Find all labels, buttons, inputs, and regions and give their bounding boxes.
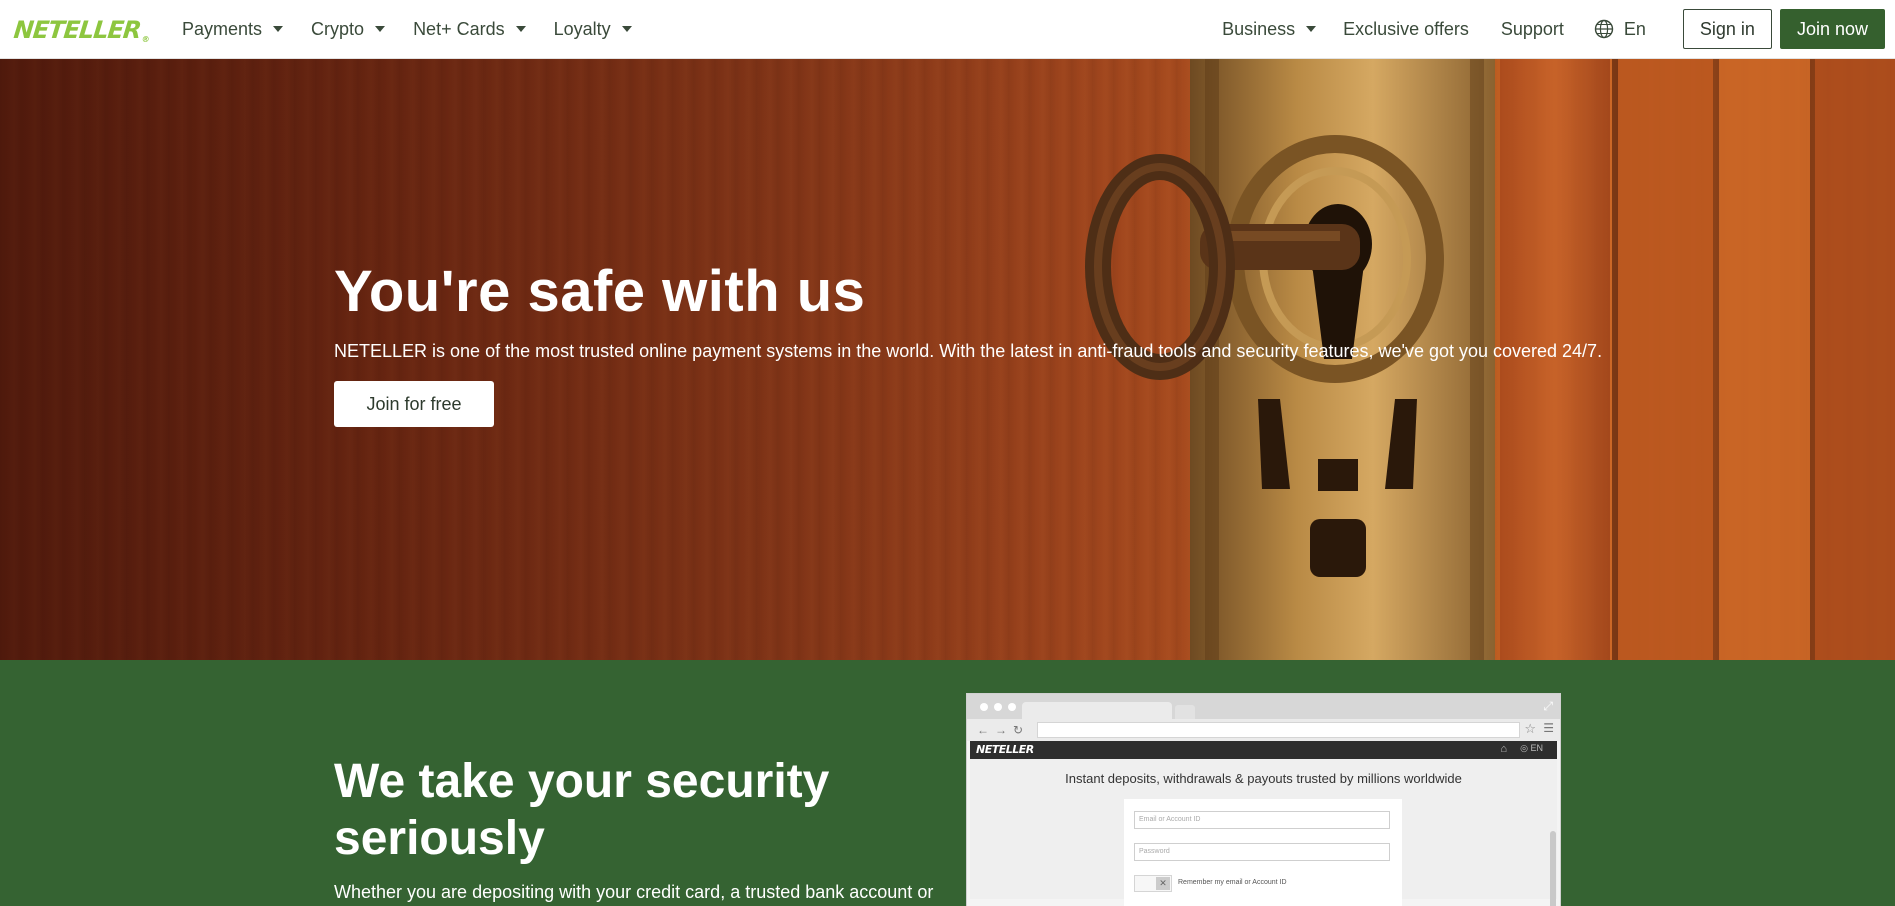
language-selector[interactable]: En <box>1594 19 1646 40</box>
mockup-email-field: Email or Account ID <box>1134 811 1390 829</box>
chevron-down-icon <box>1306 26 1317 32</box>
nav-support[interactable]: Support <box>1501 19 1564 40</box>
menu-icon: ☰ <box>1543 721 1554 735</box>
close-icon: ✕ <box>1156 877 1170 890</box>
nav-support-label: Support <box>1500 18 1564 39</box>
nav-payments[interactable]: Payments <box>182 18 284 40</box>
home-icon: ⌂ <box>1500 743 1507 755</box>
back-arrow-icon: ← <box>977 723 989 737</box>
nav-business-label: Business <box>1222 18 1296 39</box>
browser-toolbar: ← → ↻ ☆ ☰ <box>967 719 1560 741</box>
nav-exclusive-offers-label: Exclusive offers <box>1343 18 1469 39</box>
security-body: Whether you are depositing with your cre… <box>334 882 934 902</box>
nav-crypto[interactable]: Crypto <box>311 18 386 40</box>
nav-exclusive-offers[interactable]: Exclusive offers <box>1343 19 1469 40</box>
join-for-free-button[interactable]: Join for free <box>334 381 494 427</box>
sign-in-button[interactable]: Sign in <box>1682 9 1772 49</box>
mockup-tagline: Instant deposits, withdrawals & payouts … <box>1065 771 1462 786</box>
mockup-login-form: Email or Account ID Password ✕ Remember … <box>1124 799 1402 906</box>
secondary-nav: Business Exclusive offers Support En Sig… <box>1222 0 1895 58</box>
nav-payments-label: Payments <box>182 18 263 39</box>
primary-nav: Payments Crypto Net+ Cards Loyalty <box>182 0 660 58</box>
language-label: En <box>1623 18 1646 39</box>
mockup-logo: NETELLER <box>976 743 1034 756</box>
browser-tab-bar: ⤢ <box>967 694 1560 719</box>
neteller-logo[interactable]: NETELLER ® <box>12 14 151 44</box>
browser-mockup-image: ⤢ ← → ↻ ☆ ☰ NETELLER ⌂ ◎ EN Instant depo… <box>966 693 1561 906</box>
chevron-down-icon <box>273 26 284 32</box>
star-icon: ☆ <box>1524 721 1536 736</box>
chevron-down-icon <box>621 26 632 32</box>
mockup-site-header: NETELLER ⌂ ◎ EN <box>970 741 1557 759</box>
nav-crypto-label: Crypto <box>311 18 365 39</box>
join-now-button[interactable]: Join now <box>1779 9 1885 49</box>
globe-icon <box>1594 19 1614 39</box>
mockup-scrollbar <box>1550 831 1556 906</box>
nav-business[interactable]: Business <box>1222 18 1317 40</box>
mockup-remember-toggle: ✕ <box>1134 875 1172 892</box>
logo-text: NETELLER <box>12 16 143 44</box>
browser-new-tab <box>1175 705 1195 719</box>
security-section: We take your security seriously Whether … <box>0 660 1895 906</box>
hero-title: You're safe with us <box>334 259 866 324</box>
nav-loyalty[interactable]: Loyalty <box>554 19 632 40</box>
window-dot-icon <box>1008 703 1016 711</box>
nav-loyalty-label: Loyalty <box>553 18 611 39</box>
forward-arrow-icon: → <box>995 723 1007 737</box>
chevron-down-icon <box>515 26 526 32</box>
chevron-down-icon <box>375 26 386 32</box>
nav-net-plus-cards[interactable]: Net+ Cards <box>413 19 526 40</box>
logo-registered-mark: ® <box>141 35 150 44</box>
expand-icon: ⤢ <box>1543 699 1553 713</box>
window-dot-icon <box>994 703 1002 711</box>
mockup-language-label: EN <box>1530 743 1543 753</box>
mockup-language: ◎ EN <box>1520 743 1543 753</box>
hero-subtitle: NETELLER is one of the most trusted onli… <box>334 341 1603 361</box>
hero-section: You're safe with us NETELLER is one of t… <box>0 59 1895 660</box>
mockup-content: Instant deposits, withdrawals & payouts … <box>970 759 1557 906</box>
mockup-password-field: Password <box>1134 843 1390 861</box>
address-bar <box>1037 722 1520 738</box>
reload-icon: ↻ <box>1013 723 1024 737</box>
nav-net-plus-cards-label: Net+ Cards <box>413 18 505 39</box>
top-nav: NETELLER ® Payments Crypto Net+ Cards Loy… <box>0 0 1895 59</box>
security-title: We take your security seriously <box>334 755 830 865</box>
browser-tab <box>1022 702 1172 719</box>
window-dot-icon <box>980 703 988 711</box>
mockup-remember-label: Remember my email or Account ID <box>1178 879 1287 886</box>
